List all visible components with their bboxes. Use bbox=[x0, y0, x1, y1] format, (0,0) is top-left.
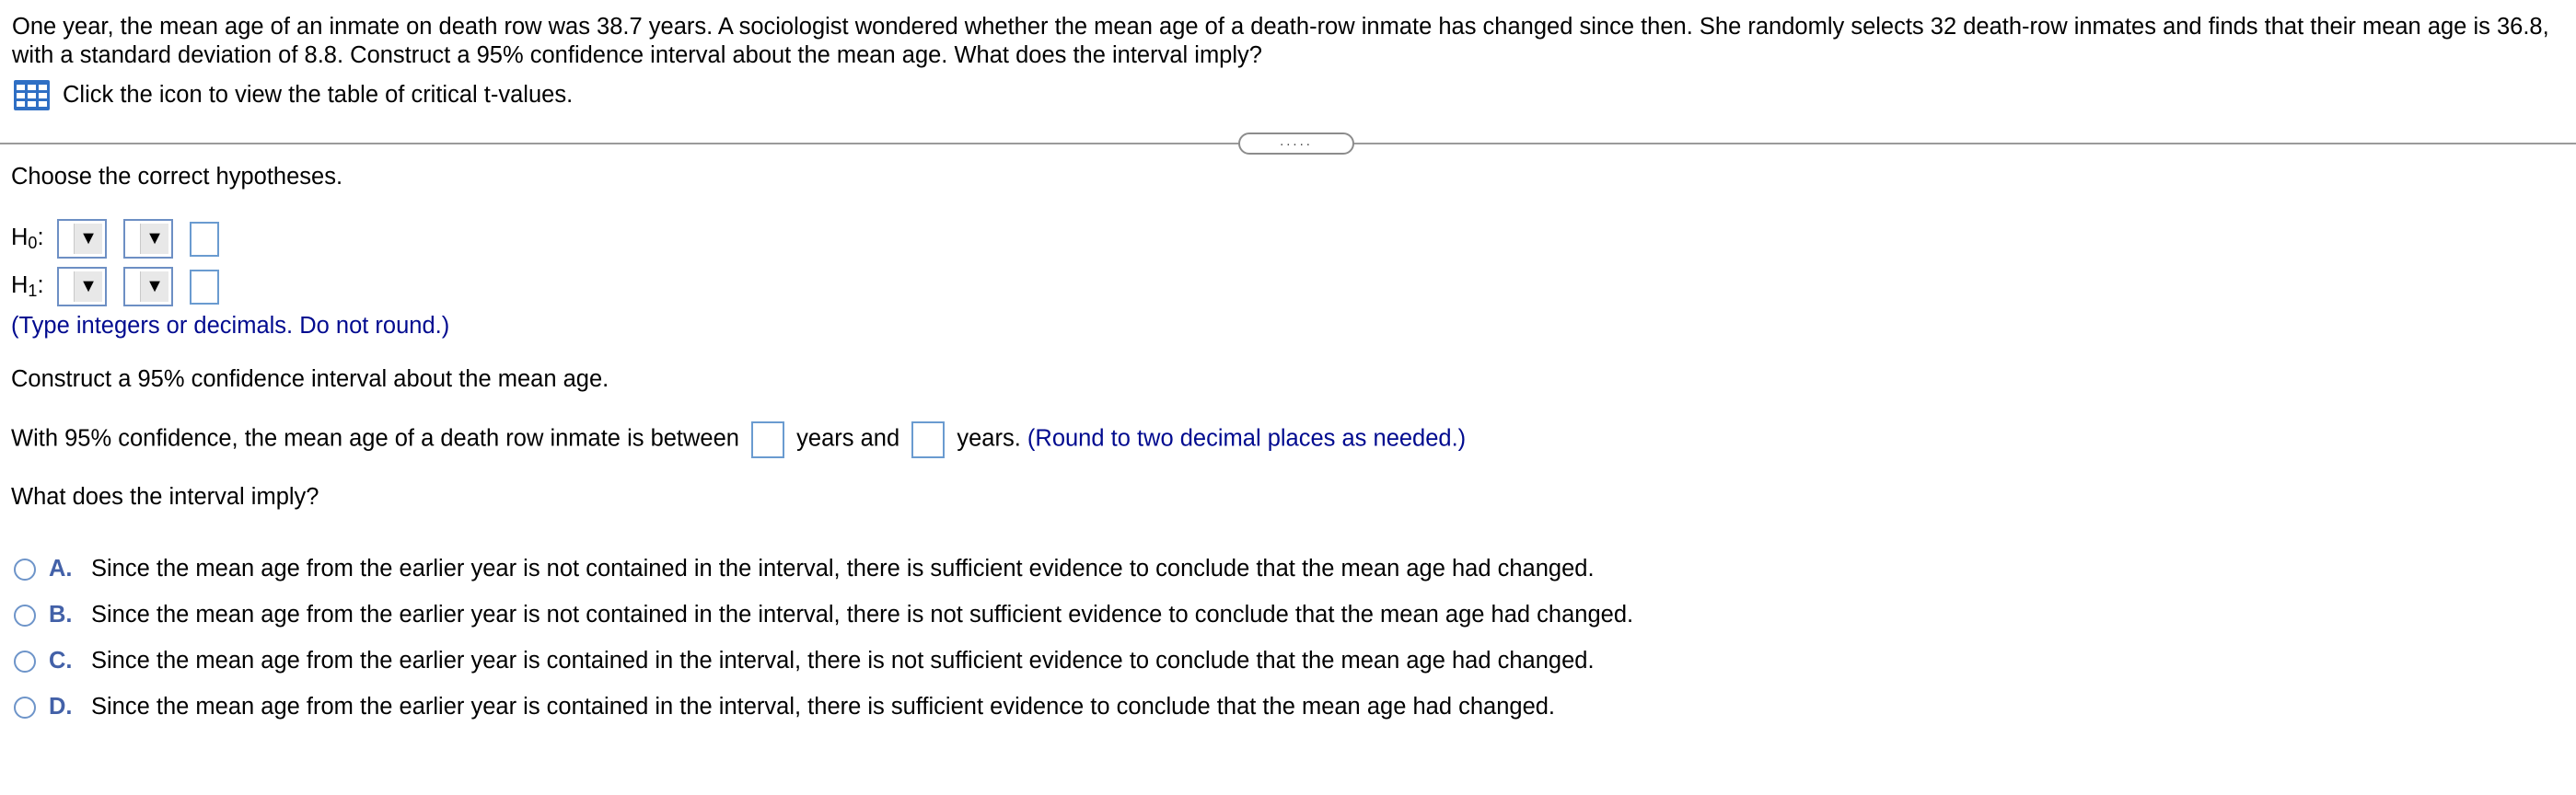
interval-sentence-middle: years and bbox=[796, 425, 900, 452]
radio-button[interactable] bbox=[14, 696, 36, 719]
h0-value-input[interactable] bbox=[190, 221, 219, 257]
choice-letter: D. bbox=[49, 694, 73, 720]
h1-row: H1: ▼ ▼ bbox=[11, 267, 219, 306]
h1-parameter-dropdown[interactable]: ▼ bbox=[57, 267, 107, 306]
h0-relation-dropdown[interactable]: ▼ bbox=[123, 219, 173, 259]
chevron-down-icon: ▼ bbox=[140, 271, 168, 302]
h1-value-input[interactable] bbox=[190, 269, 219, 305]
interval-prompt: Construct a 95% confidence interval abou… bbox=[11, 366, 609, 392]
choice-text[interactable]: Since the mean age from the earlier year… bbox=[91, 556, 1595, 582]
chevron-down-icon: ▼ bbox=[74, 271, 102, 302]
problem-statement: One year, the mean age of an inmate on d… bbox=[12, 14, 2549, 68]
chevron-down-icon: ▼ bbox=[74, 224, 102, 254]
table-link-label[interactable]: Click the icon to view the table of crit… bbox=[63, 82, 573, 109]
choice-a[interactable]: A. Since the mean age from the earlier y… bbox=[14, 556, 1595, 582]
interval-rounding-note: (Round to two decimal places as needed.) bbox=[1027, 425, 1467, 452]
h1-relation-dropdown[interactable]: ▼ bbox=[123, 267, 173, 306]
choice-c[interactable]: C. Since the mean age from the earlier y… bbox=[14, 648, 1595, 674]
choice-text[interactable]: Since the mean age from the earlier year… bbox=[91, 602, 1633, 628]
choice-d[interactable]: D. Since the mean age from the earlier y… bbox=[14, 694, 1555, 720]
choice-b[interactable]: B. Since the mean age from the earlier y… bbox=[14, 602, 1633, 628]
upper-bound-input[interactable] bbox=[911, 421, 946, 458]
chevron-down-icon: ▼ bbox=[140, 224, 168, 254]
interval-sentence: With 95% confidence, the mean age of a d… bbox=[11, 421, 1466, 458]
table-grid-icon[interactable] bbox=[14, 80, 50, 110]
choice-text[interactable]: Since the mean age from the earlier year… bbox=[91, 694, 1555, 720]
choice-letter: A. bbox=[49, 556, 73, 582]
hypotheses-prompt: Choose the correct hypotheses. bbox=[11, 164, 343, 190]
radio-button[interactable] bbox=[14, 558, 36, 581]
divider-resize-handle[interactable]: ..... bbox=[1238, 132, 1354, 155]
choice-text[interactable]: Since the mean age from the earlier year… bbox=[91, 648, 1595, 674]
h1-label: H1: bbox=[11, 272, 44, 300]
critical-t-values-link[interactable]: Click the icon to view the table of crit… bbox=[14, 80, 573, 110]
h0-row: H0: ▼ ▼ bbox=[11, 219, 219, 259]
hypotheses-note: (Type integers or decimals. Do not round… bbox=[11, 313, 450, 339]
radio-button[interactable] bbox=[14, 650, 36, 673]
interval-sentence-end: years. bbox=[957, 425, 1021, 452]
choice-letter: B. bbox=[49, 602, 73, 628]
h0-label: H0: bbox=[11, 225, 44, 252]
lower-bound-input[interactable] bbox=[751, 421, 785, 458]
h0-parameter-dropdown[interactable]: ▼ bbox=[57, 219, 107, 259]
implication-prompt: What does the interval imply? bbox=[11, 484, 319, 510]
radio-button[interactable] bbox=[14, 604, 36, 627]
choice-letter: C. bbox=[49, 648, 73, 674]
interval-sentence-start: With 95% confidence, the mean age of a d… bbox=[11, 425, 739, 452]
